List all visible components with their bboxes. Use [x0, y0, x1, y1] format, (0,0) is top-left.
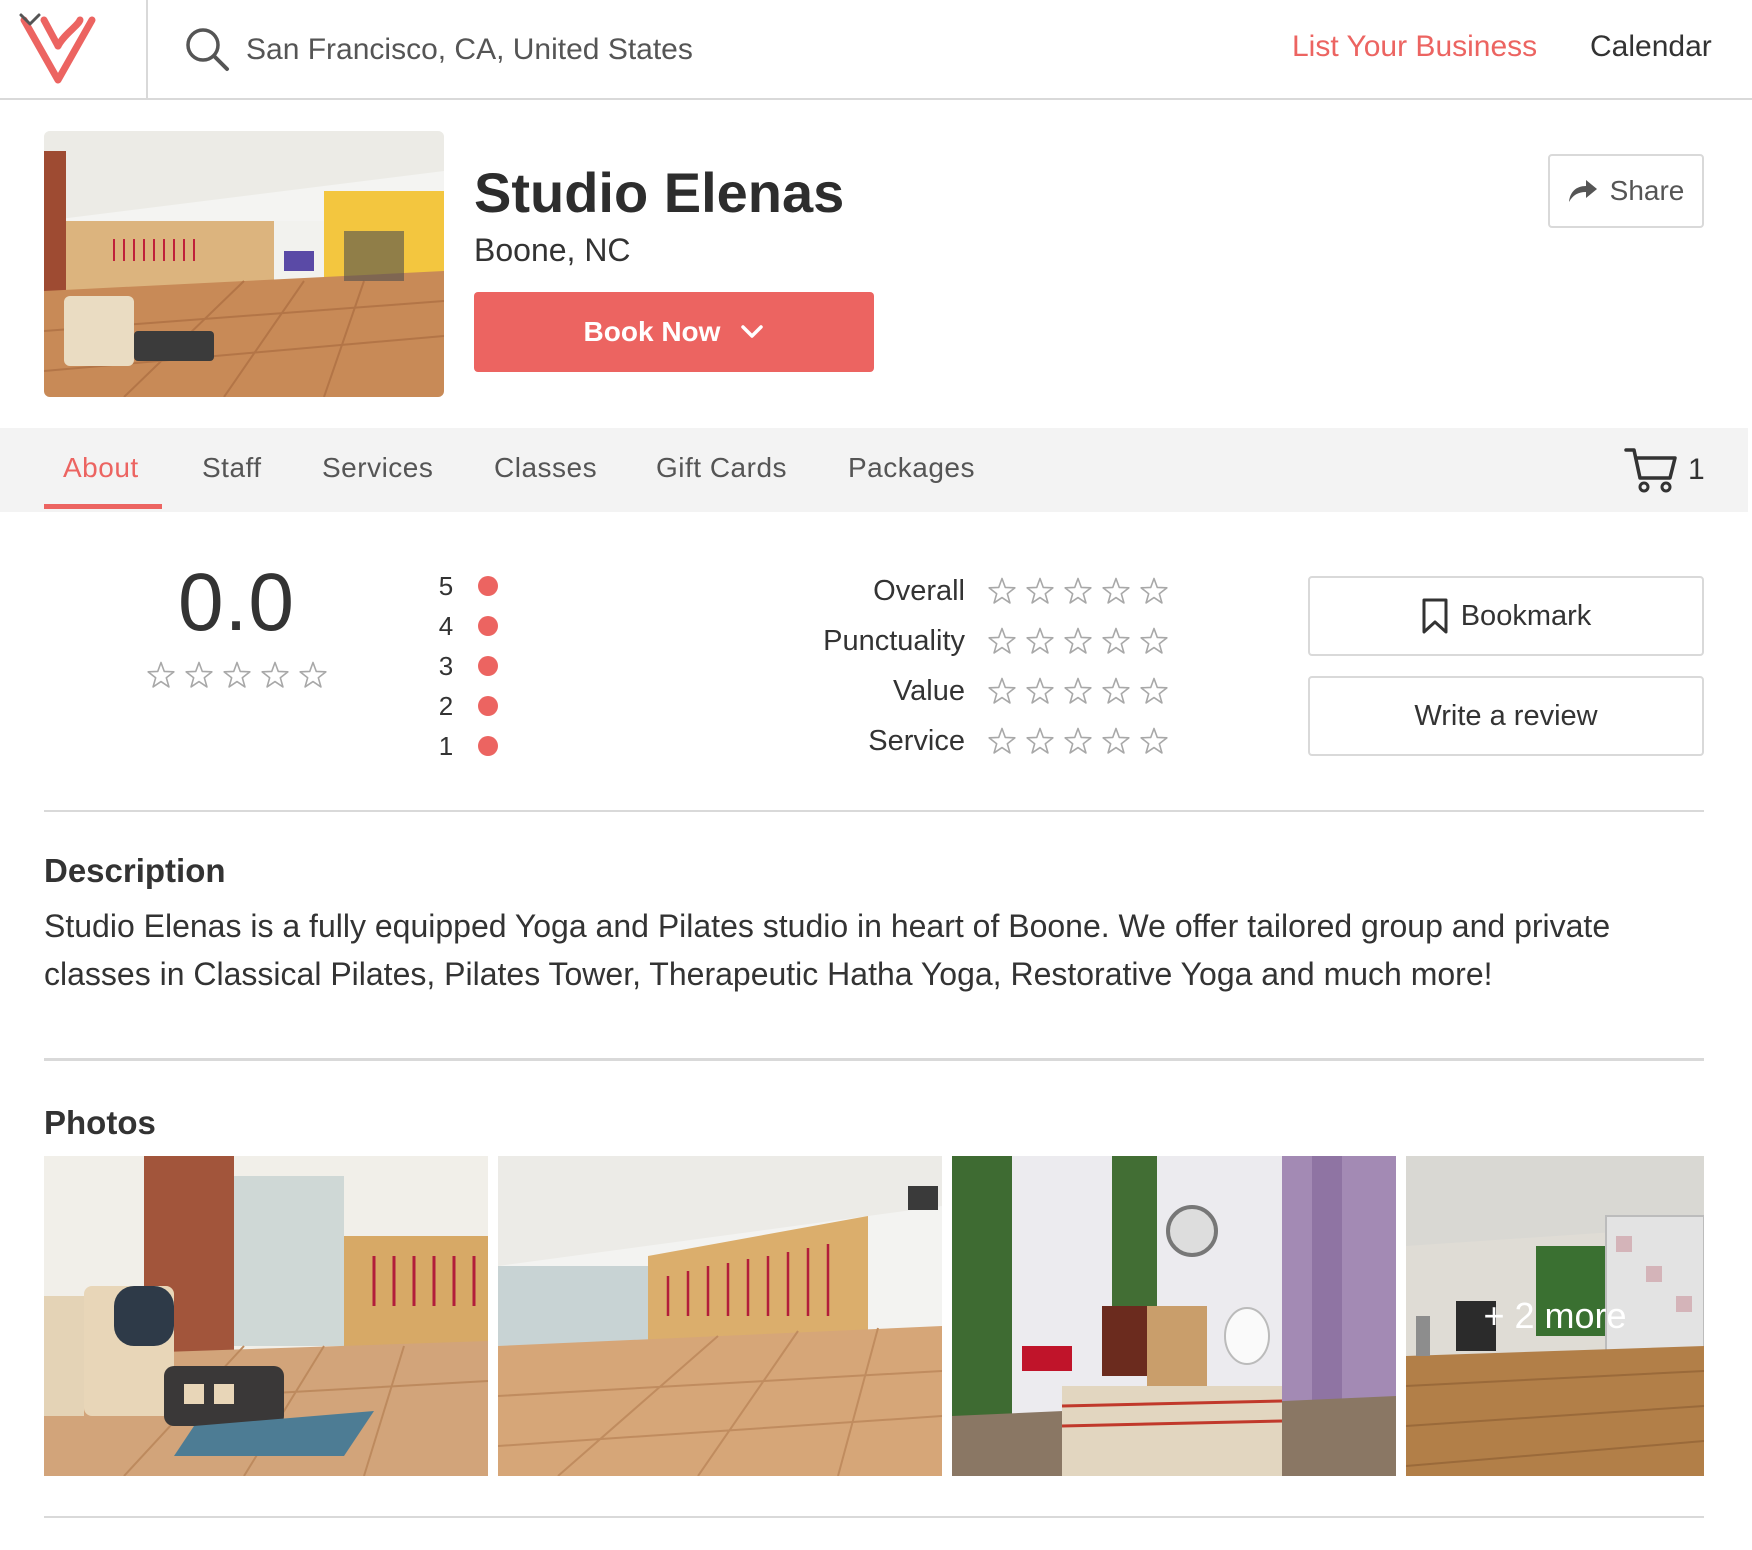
shopping-cart-icon — [1624, 448, 1677, 493]
rating-dot — [478, 736, 498, 756]
star-empty-icon — [1140, 627, 1168, 654]
gallery-photo[interactable] — [952, 1156, 1396, 1476]
category-stars — [987, 676, 1169, 706]
category-stars — [987, 576, 1169, 606]
star-empty-icon — [299, 661, 327, 688]
rating-breakdown-row: 2 — [432, 686, 498, 726]
list-your-business-link[interactable]: List Your Business — [1292, 30, 1537, 64]
rating-breakdown-row: 5 — [432, 566, 498, 606]
star-empty-icon — [1102, 627, 1130, 654]
description-heading: Description — [44, 852, 226, 889]
bookmark-icon — [1422, 598, 1448, 634]
gallery-photo[interactable] — [498, 1156, 942, 1476]
star-empty-icon — [1140, 577, 1168, 604]
average-rating-stars — [146, 660, 328, 690]
rating-breakdown: 5 4 3 2 1 — [432, 566, 498, 766]
rating-level: 1 — [438, 730, 454, 761]
category-label: Value — [892, 674, 965, 707]
write-review-button[interactable]: Write a review — [1308, 676, 1704, 756]
star-empty-icon — [1026, 627, 1054, 654]
star-empty-icon — [1102, 727, 1130, 754]
category-label: Overall — [873, 574, 965, 607]
rating-level: 5 — [438, 570, 454, 601]
star-empty-icon — [1102, 677, 1130, 704]
rating-breakdown-row: 4 — [432, 606, 498, 646]
section-divider — [44, 810, 1704, 812]
chevron-down-icon — [741, 325, 764, 338]
top-navigation-bar: List Your Business Calendar — [0, 0, 1752, 100]
write-review-label: Write a review — [1414, 699, 1598, 732]
star-empty-icon — [147, 661, 175, 688]
category-label: Service — [868, 724, 965, 757]
rating-dot — [478, 616, 498, 636]
star-empty-icon — [1026, 727, 1054, 754]
tab-packages[interactable]: Packages — [848, 428, 975, 512]
rating-dot — [478, 656, 498, 676]
description-text: Studio Elenas is a fully equipped Yoga a… — [44, 908, 1611, 992]
share-arrow-icon — [1568, 180, 1597, 202]
share-button[interactable]: Share — [1548, 154, 1704, 228]
profile-tab-bar: About Staff Services Classes Gift Cards … — [0, 428, 1748, 512]
tab-services[interactable]: Services — [322, 428, 433, 512]
gallery-photo[interactable] — [44, 1156, 488, 1476]
category-rating-punctuality: Punctuality — [760, 616, 1169, 666]
bookmark-button[interactable]: Bookmark — [1308, 576, 1704, 656]
rating-level: 4 — [438, 610, 454, 641]
rating-level: 3 — [438, 650, 454, 681]
star-empty-icon — [1026, 577, 1054, 604]
tab-gift-cards[interactable]: Gift Cards — [656, 428, 787, 512]
logo-menu[interactable] — [0, 0, 148, 98]
business-name: Studio Elenas — [474, 161, 845, 224]
gallery-photo-more[interactable]: + 2 more — [1406, 1156, 1704, 1476]
chevron-down-icon — [19, 13, 41, 26]
book-now-label: Book Now — [583, 316, 721, 347]
section-divider — [44, 1516, 1704, 1518]
star-empty-icon — [1140, 677, 1168, 704]
rating-dot — [478, 576, 498, 596]
star-empty-icon — [185, 661, 213, 688]
category-rating-overall: Overall — [760, 566, 1169, 616]
star-empty-icon — [1064, 627, 1092, 654]
category-ratings: Overall Punctuality Value Service — [760, 566, 1169, 766]
star-empty-icon — [261, 661, 289, 688]
business-location: Boone, NC — [474, 232, 631, 268]
star-empty-icon — [988, 577, 1016, 604]
tab-staff[interactable]: Staff — [202, 428, 262, 512]
photos-heading: Photos — [44, 1104, 156, 1141]
rating-dot — [478, 696, 498, 716]
rating-breakdown-row: 1 — [432, 726, 498, 766]
tab-about[interactable]: About — [63, 428, 139, 512]
category-stars — [987, 726, 1169, 756]
star-empty-icon — [223, 661, 251, 688]
average-rating-score: 0.0 — [178, 557, 295, 648]
book-now-button[interactable]: Book Now — [474, 292, 874, 372]
share-label: Share — [1609, 175, 1685, 206]
cart-count: 1 — [1688, 453, 1705, 486]
rating-breakdown-row: 3 — [432, 646, 498, 686]
category-rating-service: Service — [760, 716, 1169, 766]
more-photos-label: + 2 more — [1406, 1156, 1704, 1476]
category-stars — [987, 626, 1169, 656]
star-empty-icon — [1140, 727, 1168, 754]
star-empty-icon — [1064, 677, 1092, 704]
rating-level: 2 — [438, 690, 454, 721]
business-cover-photo — [44, 131, 444, 397]
star-empty-icon — [988, 677, 1016, 704]
search-icon — [186, 28, 229, 71]
active-tab-indicator — [44, 504, 162, 509]
calendar-link[interactable]: Calendar — [1590, 30, 1712, 64]
bookmark-label: Bookmark — [1460, 599, 1592, 632]
star-empty-icon — [988, 727, 1016, 754]
star-empty-icon — [1064, 577, 1092, 604]
star-empty-icon — [1064, 727, 1092, 754]
location-search-input[interactable] — [246, 26, 946, 74]
tab-classes[interactable]: Classes — [494, 428, 597, 512]
cart-button[interactable]: 1 — [1624, 446, 1705, 494]
star-empty-icon — [988, 627, 1016, 654]
category-label: Punctuality — [823, 624, 965, 657]
category-rating-value: Value — [760, 666, 1169, 716]
star-empty-icon — [1102, 577, 1130, 604]
section-divider — [44, 1058, 1704, 1061]
star-empty-icon — [1026, 677, 1054, 704]
